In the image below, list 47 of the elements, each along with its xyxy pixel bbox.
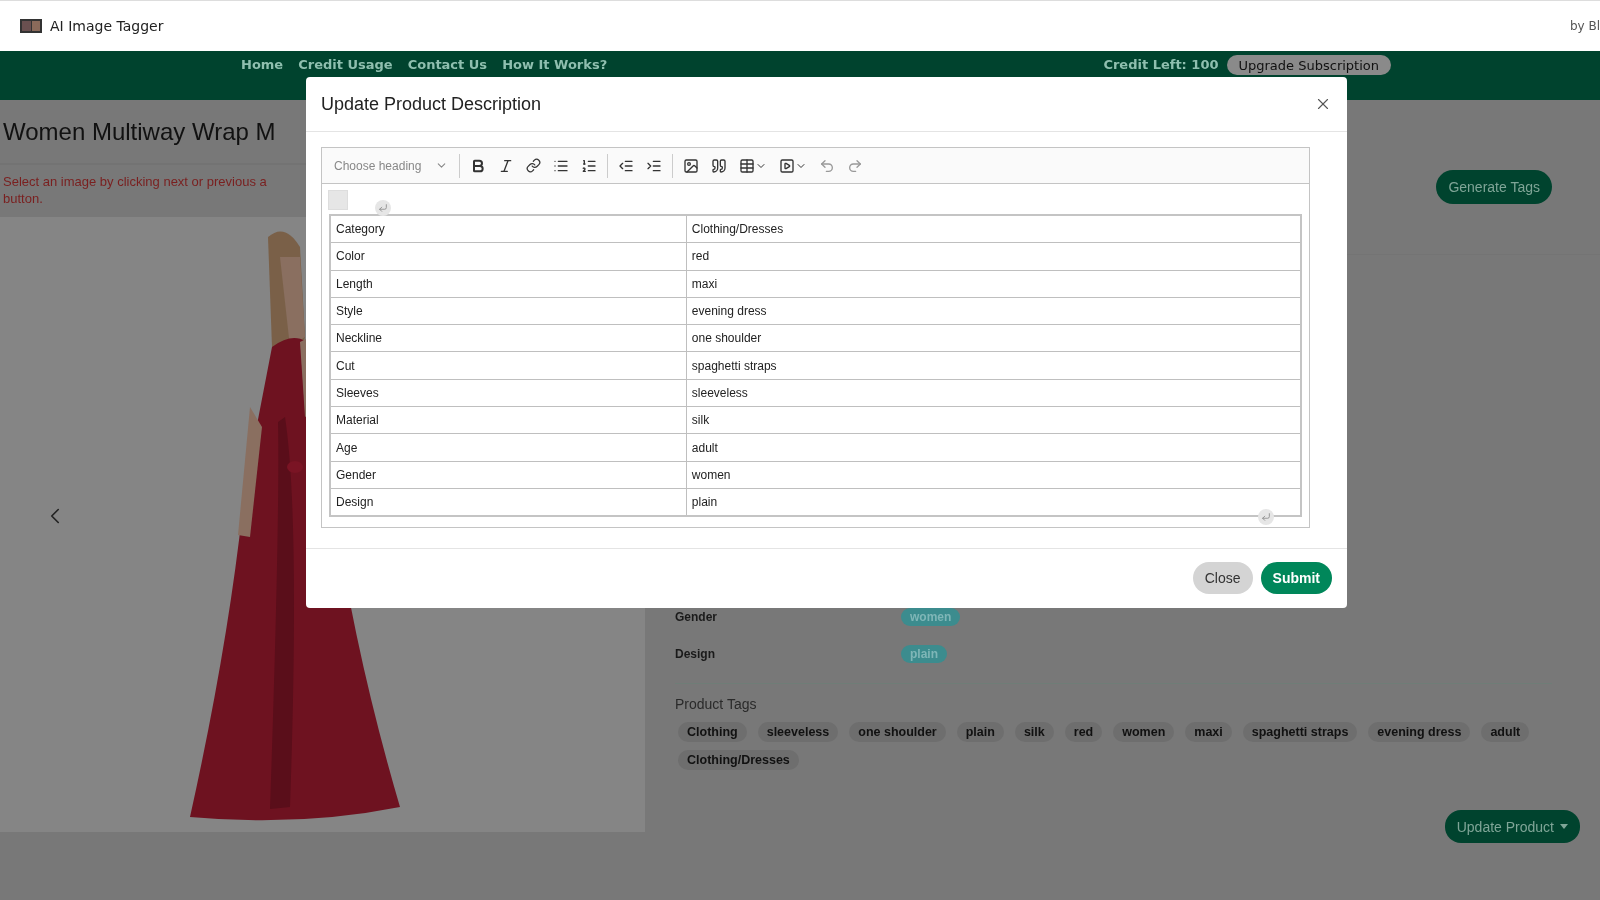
table-cell: Gender <box>330 461 687 489</box>
nav-link[interactable]: Home <box>241 55 284 75</box>
nav-link[interactable]: How It Works? <box>502 55 608 75</box>
modal-title: Update Product Description <box>321 93 542 115</box>
credit-left: Credit Left: 100 <box>1103 56 1219 74</box>
tags-heading: Product Tags <box>675 696 758 712</box>
close-button[interactable]: Close <box>1192 562 1253 595</box>
upgrade-button[interactable]: Upgrade Subscription <box>1226 55 1391 75</box>
table-cell: Cut <box>330 352 687 380</box>
logo-icon <box>20 18 42 34</box>
tag: silk <box>1014 722 1054 742</box>
attribute-value: plain <box>901 645 947 663</box>
tag: red <box>1064 722 1103 742</box>
attribute-name: Gender <box>675 610 718 624</box>
product-title: Women Multiway Wrap M <box>3 117 276 146</box>
caret-icon <box>1560 824 1568 829</box>
tag: Clothing/Dresses <box>678 750 799 770</box>
tag: maxi <box>1185 722 1232 742</box>
app-title: AI Image Tagger <box>50 18 164 34</box>
update-product-button[interactable]: Update Product <box>1444 810 1580 843</box>
table-cell: Style <box>330 297 687 325</box>
tag: evening dress <box>1368 722 1471 742</box>
attribute-name: Design <box>675 647 716 661</box>
table-cell: Material <box>330 406 687 434</box>
heading-dropdown[interactable]: Choose heading <box>328 158 455 173</box>
table-cell: Category <box>330 215 687 243</box>
table-cell: Sleeves <box>330 379 687 407</box>
submit-button[interactable]: Submit <box>1260 562 1332 595</box>
byline: by Bl <box>1569 19 1600 33</box>
tag: women <box>1113 722 1175 742</box>
attribute-value: women <box>901 608 961 626</box>
table-cell: Neckline <box>330 324 687 352</box>
nav-link[interactable]: Contact Us <box>407 55 488 75</box>
table-cell: Length <box>330 270 687 298</box>
tag: plain <box>956 722 1004 742</box>
rich-text-editor[interactable]: Choose heading Category Clothing/Dresses Color red Length maxi Style evening dress Neckline one shoulder Cut spaghetti straps Sleeves sleeveless Material silk Age adult Gender women Design plain <box>321 147 1310 529</box>
nav-link[interactable]: Credit Usage <box>298 55 393 75</box>
tag: spaghetti straps <box>1242 722 1358 742</box>
tag: sleeveless <box>757 722 839 742</box>
table-cell: Age <box>330 433 687 462</box>
tag: adult <box>1481 722 1530 742</box>
table-cell: Color <box>330 242 687 271</box>
tag: one shoulder <box>849 722 946 742</box>
table-handle-icon[interactable] <box>328 190 348 210</box>
tag: Clothing <box>678 722 747 742</box>
generate-tags-button[interactable]: Generate Tags <box>1436 170 1552 204</box>
hint-text: Select an image by clicking next or previous a button. <box>3 173 267 207</box>
